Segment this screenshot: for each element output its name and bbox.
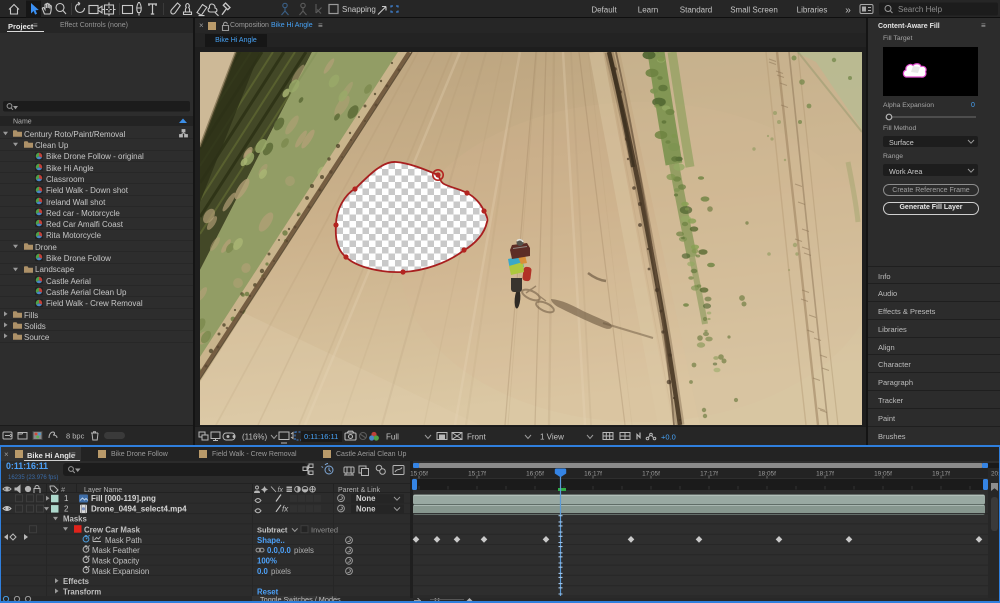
svg-text:+0.0: +0.0 — [661, 433, 676, 442]
svg-text:Front: Front — [467, 433, 486, 442]
svg-text:8 bpc: 8 bpc — [66, 432, 85, 441]
svg-text:Effects: Effects — [63, 577, 90, 586]
svg-text:pixels: pixels — [271, 567, 291, 576]
svg-text:Standard: Standard — [680, 6, 712, 15]
svg-text:None: None — [356, 505, 376, 514]
svg-text:Drone_0494_select4.mp4: Drone_0494_select4.mp4 — [91, 504, 187, 513]
svg-text:Name: Name — [13, 119, 32, 126]
svg-text:1: 1 — [64, 494, 69, 503]
svg-text:None: None — [356, 494, 376, 503]
svg-text:Full: Full — [386, 433, 399, 442]
svg-text:Subtract: Subtract — [257, 525, 288, 534]
svg-text:Small Screen: Small Screen — [730, 6, 778, 15]
svg-text:Mask Feather: Mask Feather — [92, 546, 140, 555]
svg-text:Mask Opacity: Mask Opacity — [92, 557, 139, 566]
svg-text:Mask Expansion: Mask Expansion — [92, 567, 149, 576]
svg-text:pixels: pixels — [294, 546, 314, 555]
svg-text:0:11:16:11: 0:11:16:11 — [304, 432, 338, 441]
svg-text:Default: Default — [591, 6, 617, 15]
svg-text:Shape..: Shape.. — [257, 536, 285, 545]
svg-text:»: » — [845, 5, 851, 16]
svg-text:Fill [000-119].png: Fill [000-119].png — [91, 494, 156, 503]
svg-text:Snapping: Snapping — [342, 5, 376, 14]
svg-text:2: 2 — [64, 504, 69, 513]
svg-text:(116%): (116%) — [242, 433, 268, 442]
svg-text:Learn: Learn — [638, 6, 658, 15]
svg-text:Masks: Masks — [63, 515, 88, 524]
svg-text:Inverted: Inverted — [311, 525, 338, 534]
svg-text:Reset: Reset — [257, 587, 279, 596]
svg-text:Libraries: Libraries — [797, 6, 828, 15]
svg-text:0.0: 0.0 — [257, 567, 269, 576]
svg-text:Transform: Transform — [63, 587, 101, 596]
svg-text:1 View: 1 View — [540, 433, 564, 442]
svg-text:0.0,0.0: 0.0,0.0 — [267, 546, 292, 555]
svg-text:Search Help: Search Help — [898, 5, 943, 14]
svg-text:Crew Car Mask: Crew Car Mask — [84, 525, 141, 534]
svg-text:fx: fx — [282, 504, 289, 513]
svg-text:Mask Path: Mask Path — [105, 536, 142, 545]
svg-text:100%: 100% — [257, 557, 277, 566]
